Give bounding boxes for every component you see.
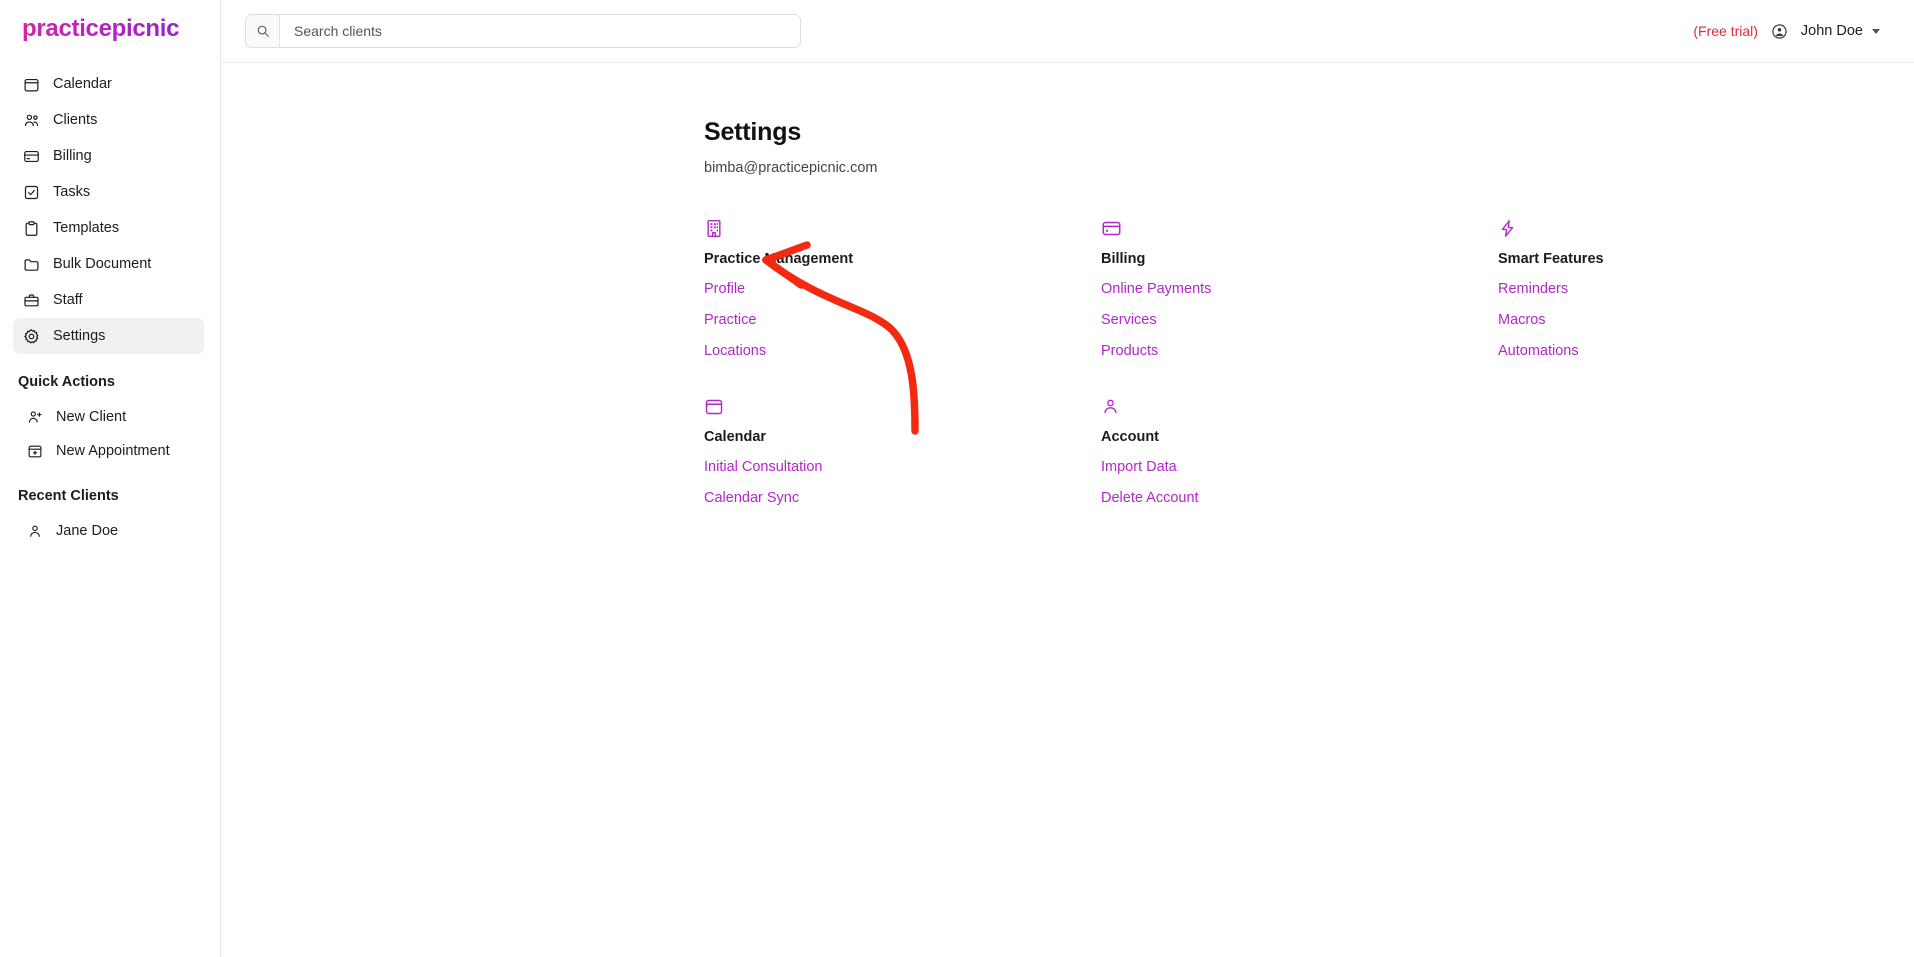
sidebar-item-calendar[interactable]: Calendar [13,66,204,102]
users-icon [23,112,40,129]
recent-clients-heading: Recent Clients [18,488,119,504]
quick-action-new-client[interactable]: New Client [13,400,204,434]
lightning-bolt-icon [1498,218,1895,240]
sidebar: practicepicnic Calendar Clients Billing … [0,0,221,957]
page-title: Settings [704,118,802,146]
settings-link-import-data[interactable]: Import Data [1101,459,1177,475]
sidebar-item-settings[interactable]: Settings [13,318,204,354]
card-title: Account [1101,429,1159,445]
settings-card-billing: Billing Online Payments Services Product… [1101,218,1498,359]
settings-content: Settings bimba@practicepicnic.com Practi… [221,63,1914,957]
sidebar-item-label: Clients [53,112,98,128]
sidebar-item-tasks[interactable]: Tasks [13,174,204,210]
quick-action-label: New Appointment [56,443,170,459]
sidebar-item-bulk-document[interactable]: Bulk Document [13,246,204,282]
sidebar-item-billing[interactable]: Billing [13,138,204,174]
sidebar-item-label: Tasks [53,184,91,200]
calendar-icon [704,396,1101,418]
settings-link-online-payments[interactable]: Online Payments [1101,281,1211,297]
settings-link-reminders[interactable]: Reminders [1498,281,1568,297]
sidebar-item-label: Templates [53,220,120,236]
clipboard-icon [23,220,40,237]
chevron-down-icon[interactable] [1872,28,1880,34]
recent-client-label: Jane Doe [56,523,119,539]
check-square-icon [23,184,40,201]
sidebar-item-templates[interactable]: Templates [13,210,204,246]
calendar-plus-icon [27,443,43,459]
folder-icon [23,256,40,273]
credit-card-icon [1101,218,1498,240]
settings-card-smart-features: Smart Features Reminders Macros Automati… [1498,218,1895,359]
recent-client-jane-doe[interactable]: Jane Doe [13,514,204,548]
user-icon [1101,396,1498,418]
settings-card-account: Account Import Data Delete Account [1101,396,1498,506]
quick-action-new-appointment[interactable]: New Appointment [13,434,204,468]
settings-link-services[interactable]: Services [1101,312,1157,328]
user-plus-icon [27,409,43,425]
free-trial-badge: (Free trial) [1693,23,1758,39]
user-icon [27,523,43,539]
quick-action-label: New Client [56,409,127,425]
settings-link-profile[interactable]: Profile [704,281,745,297]
settings-link-delete-account[interactable]: Delete Account [1101,490,1199,506]
credit-card-icon [23,148,40,165]
settings-link-products[interactable]: Products [1101,343,1158,359]
building-icon [704,218,1101,240]
settings-grid: Practice Management Profile Practice Loc… [704,218,1914,506]
annotation-arrow [762,241,919,435]
search-box[interactable] [245,14,801,48]
sidebar-item-label: Staff [53,292,83,308]
sidebar-item-staff[interactable]: Staff [13,282,204,318]
card-title: Calendar [704,429,767,445]
settings-link-initial-consultation[interactable]: Initial Consultation [704,459,823,475]
card-title: Billing [1101,251,1146,267]
settings-card-calendar: Calendar Initial Consultation Calendar S… [704,396,1101,506]
primary-nav: Calendar Clients Billing Tasks Templates… [0,66,220,354]
account-email: bimba@practicepicnic.com [704,160,878,176]
user-menu-name[interactable]: John Doe [1801,23,1863,39]
brand-logo[interactable]: practicepicnic [0,0,180,44]
sidebar-item-label: Billing [53,148,92,164]
calendar-icon [23,76,40,93]
search-input[interactable] [280,15,800,47]
settings-link-automations[interactable]: Automations [1498,343,1579,359]
briefcase-icon [23,292,40,309]
search-icon [246,15,280,47]
gear-icon [23,328,40,345]
settings-link-macros[interactable]: Macros [1498,312,1546,328]
sidebar-item-clients[interactable]: Clients [13,102,204,138]
settings-link-locations[interactable]: Locations [704,343,766,359]
card-title: Smart Features [1498,251,1604,267]
top-bar: (Free trial) John Doe [221,0,1914,63]
settings-link-calendar-sync[interactable]: Calendar Sync [704,490,799,506]
settings-link-practice[interactable]: Practice [704,312,756,328]
main-area: (Free trial) John Doe Settings bimba@pra… [221,0,1914,957]
settings-card-practice-management: Practice Management Profile Practice Loc… [704,218,1101,359]
sidebar-item-label: Calendar [53,76,112,92]
top-bar-right: (Free trial) John Doe [1693,23,1890,40]
avatar[interactable] [1771,23,1788,40]
app-root: practicepicnic Calendar Clients Billing … [0,0,1914,957]
quick-actions-heading: Quick Actions [18,374,115,390]
sidebar-item-label: Settings [53,328,106,344]
sidebar-item-label: Bulk Document [53,256,152,272]
card-title: Practice Management [704,251,854,267]
